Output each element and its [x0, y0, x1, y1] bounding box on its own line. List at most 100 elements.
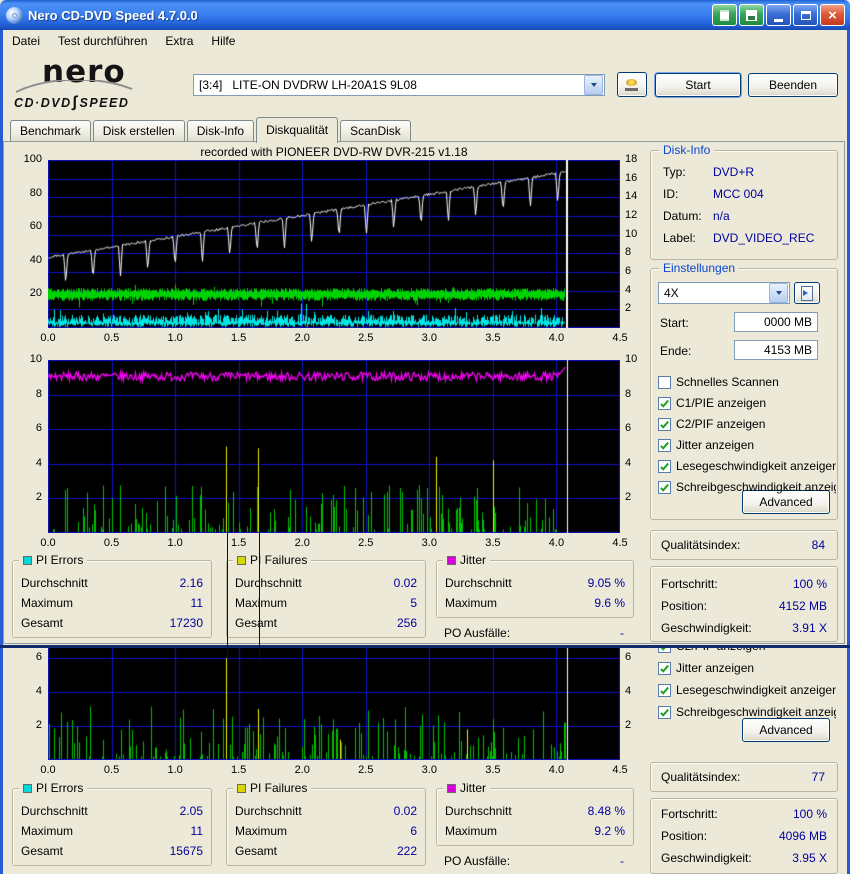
quality-index-value: 77	[812, 763, 825, 791]
checkbox-lesegeschwindigkeit-anzeigen[interactable]: Lesegeschwindigkeit anzeigen	[658, 680, 836, 700]
maximize-icon	[801, 11, 811, 20]
menu-item-test-durchführen[interactable]: Test durchführen	[49, 30, 156, 53]
checkbox-c1-pie-anzeigen[interactable]: C1/PIE anzeigen	[658, 393, 836, 413]
disk-info-group: Disk-Info Typ:DVD+RID:MCC 004Datum:n/aLa…	[650, 150, 838, 260]
axis-tick: 2.5	[350, 764, 382, 776]
tab-scandisk[interactable]: ScanDisk	[340, 120, 411, 141]
chevron-down-icon[interactable]	[769, 283, 788, 303]
axis-tick: 6	[8, 651, 42, 663]
speed-select[interactable]: 4X	[658, 282, 790, 304]
tab-diskqualität[interactable]: Diskqualität	[256, 117, 338, 143]
screenshot-button[interactable]	[712, 4, 737, 26]
stat-row-durchschnitt: Durchschnitt 0.02	[235, 573, 417, 593]
checkbox-c2-pif-anzeigen[interactable]: C2/PIF anzeigen	[658, 648, 836, 656]
axis-tick: 2.5	[350, 537, 382, 549]
stats-title: PI Errors	[19, 781, 87, 795]
close-button[interactable]: ×	[820, 4, 845, 26]
progress-label: Geschwindigkeit:	[661, 847, 752, 869]
menu-item-datei[interactable]: Datei	[3, 30, 49, 53]
label-label: Label:	[663, 227, 713, 249]
start-mb-field[interactable]: 0000 MB	[734, 312, 818, 332]
screenshot-stage: { "window": { "title": "Nero CD-DVD Spee…	[0, 0, 850, 874]
checkbox-box	[658, 648, 671, 653]
minimize-button[interactable]	[766, 4, 791, 26]
po-label: PO Ausfälle:	[444, 852, 510, 870]
stat-value: 8.48 %	[588, 801, 625, 821]
po-value: -	[620, 852, 624, 870]
stat-value: 9.2 %	[594, 821, 625, 841]
axis-tick: 2.0	[286, 537, 318, 549]
axis-tick: 2.0	[286, 764, 318, 776]
drive-select[interactable]: [3:4] LITE-ON DVDRW LH-20A1S 9L08	[193, 74, 605, 96]
checkbox-jitter-anzeigen[interactable]: Jitter anzeigen	[658, 658, 836, 678]
maximize-button[interactable]	[793, 4, 818, 26]
id-value: MCC 004	[713, 187, 764, 201]
menu-item-extra[interactable]: Extra	[156, 30, 202, 53]
checkbox-box	[658, 376, 671, 389]
axis-tick: 4.0	[540, 764, 572, 776]
checkbox-label: Lesegeschwindigkeit anzeigen	[676, 683, 836, 697]
axis-tick: 3.5	[477, 764, 509, 776]
axis-tick: 4	[625, 457, 649, 469]
stats-name: Jitter	[460, 781, 486, 795]
stat-row-durchschnitt: Durchschnitt0.02	[235, 801, 417, 821]
checkbox-box	[658, 706, 671, 719]
start-button[interactable]: Start	[655, 73, 741, 97]
stat-label: Durchschnitt	[445, 573, 512, 593]
stats-title: PI Failures	[233, 781, 311, 795]
checkbox-jitter-anzeigen[interactable]: Jitter anzeigen	[658, 435, 836, 455]
end-mb-label: Ende:	[660, 341, 691, 361]
progress-value: 4152 MB	[779, 595, 827, 617]
stat-value: 11	[191, 593, 203, 613]
axis-tick: 0.5	[96, 764, 128, 776]
drive-select-value: [3:4] LITE-ON DVDRW LH-20A1S 9L08	[194, 78, 583, 92]
checkbox-label: Jitter anzeigen	[676, 438, 754, 452]
progress-label: Fortschritt:	[661, 803, 718, 825]
stat-row-maximum: Maximum11	[21, 821, 203, 841]
stat-value: 17230	[170, 613, 203, 633]
axis-tick: 4	[625, 284, 649, 296]
axis-tick: 20	[8, 287, 42, 299]
titlebar[interactable]: Nero CD-DVD Speed 4.7.0.0 ×	[0, 0, 850, 30]
stat-label: Durchschnitt	[235, 573, 302, 593]
axis-tick: 10	[625, 228, 649, 240]
stat-value: 256	[397, 613, 417, 633]
axis-tick: 10	[8, 353, 42, 365]
menu-item-hilfe[interactable]: Hilfe	[202, 30, 244, 53]
checkbox-schnelles-scannen[interactable]: Schnelles Scannen	[658, 372, 836, 392]
stat-row-maximum: Maximum5	[235, 593, 417, 613]
checkbox-schreibgeschwindigkeit-anzeigen[interactable]: Schreibgeschwindigkeit anzeigen	[658, 477, 836, 497]
axis-tick: 3.0	[413, 537, 445, 549]
checkbox-c2-pif-anzeigen[interactable]: C2/PIF anzeigen	[658, 414, 836, 434]
stat-label: Maximum	[235, 821, 287, 841]
menu-bar: DateiTest durchführenExtraHilfe	[3, 30, 847, 53]
checkbox-lesegeschwindigkeit-anzeigen[interactable]: Lesegeschwindigkeit anzeigen	[658, 456, 836, 476]
logo-swoosh-icon	[14, 80, 134, 94]
stat-label: Maximum	[445, 593, 497, 613]
eject-button[interactable]	[617, 72, 647, 97]
axis-tick: 0.0	[32, 537, 64, 549]
beenden-button[interactable]: Beenden	[748, 73, 838, 97]
end-mb-field[interactable]: 4153 MB	[734, 340, 818, 360]
tab-disk-info[interactable]: Disk-Info	[187, 120, 254, 141]
checkbox-label: Schnelles Scannen	[676, 375, 779, 389]
stats-pi-errors: PI ErrorsDurchschnitt2.16Maximum11Gesamt…	[12, 560, 212, 638]
tab-benchmark[interactable]: Benchmark	[10, 120, 91, 141]
axis-tick: 14	[625, 190, 649, 202]
stat-row-gesamt: Gesamt256	[235, 613, 417, 633]
stat-value: 5	[410, 593, 417, 613]
checkbox-schreibgeschwindigkeit-anzeigen[interactable]: Schreibgeschwindigkeit anzeigen	[658, 702, 836, 722]
minimize-icon	[774, 19, 783, 22]
refresh-button[interactable]	[794, 282, 820, 304]
stat-row-gesamt: Gesamt15675	[21, 841, 203, 861]
window-border-bottom	[0, 645, 850, 648]
axis-tick: 2.5	[350, 332, 382, 344]
tab-disk-erstellen[interactable]: Disk erstellen	[93, 120, 185, 141]
save-button[interactable]	[739, 4, 764, 26]
chevron-down-icon[interactable]	[584, 75, 603, 95]
pi-errors-legend-swatch	[23, 784, 32, 793]
axis-tick: 60	[8, 220, 42, 232]
checkbox-box	[658, 397, 671, 410]
comparison-marker-line	[259, 448, 260, 662]
stat-value: 0.02	[394, 573, 417, 593]
